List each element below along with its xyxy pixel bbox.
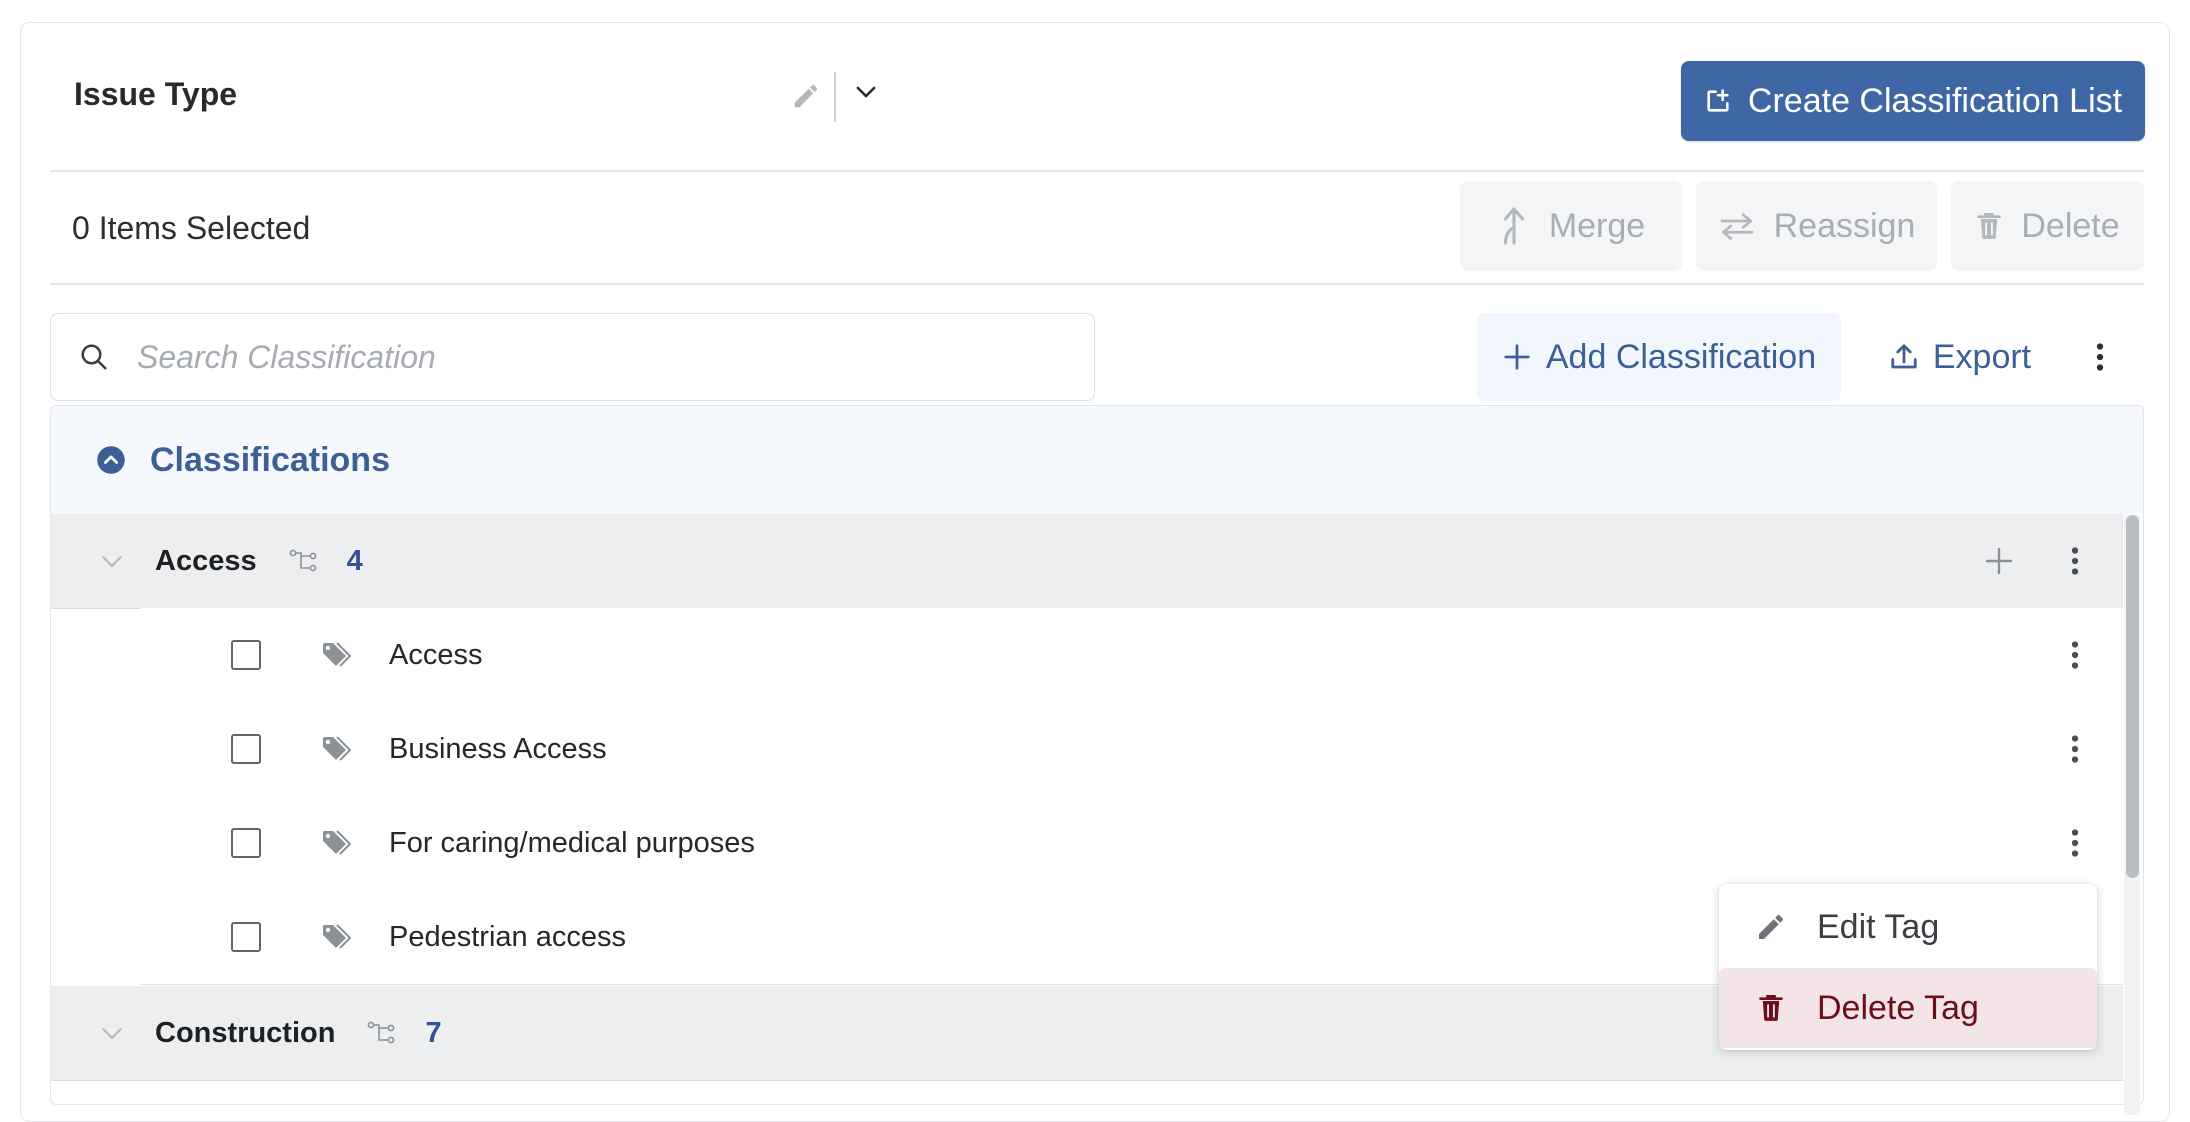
edit-list-button[interactable] (786, 76, 826, 116)
add-classification-button[interactable]: Add Classification (1477, 313, 1841, 401)
swap-arrows-icon (1720, 213, 1753, 240)
chevron-down-icon[interactable] (97, 546, 127, 576)
create-list-icon (1707, 89, 1729, 112)
list-item[interactable]: For caring/medical purposes (141, 796, 2123, 891)
search-input[interactable] (135, 337, 1039, 377)
classifications-header[interactable]: Classifications (51, 406, 2143, 514)
item-checkbox[interactable] (231, 734, 261, 764)
toolbar-separator (50, 283, 2144, 285)
trash-icon (1751, 992, 1791, 1024)
plus-icon (1504, 344, 1530, 370)
tags-icon (323, 736, 352, 761)
pencil-icon (1751, 911, 1791, 943)
more-options-button[interactable] (2080, 333, 2120, 381)
collapse-circle-icon (97, 446, 125, 474)
tags-icon (323, 830, 352, 855)
group-row-access[interactable]: Access 4 (51, 514, 2123, 609)
item-checkbox[interactable] (231, 922, 261, 952)
header-divider (834, 72, 836, 122)
reassign-button[interactable]: Reassign (1696, 181, 1937, 271)
tags-icon (323, 924, 352, 949)
kebab-menu-icon (2096, 343, 2104, 371)
group-name: Access (155, 544, 257, 577)
list-item[interactable]: Access (141, 608, 2123, 703)
item-more-button[interactable] (2057, 630, 2093, 680)
item-more-button[interactable] (2057, 818, 2093, 868)
reassign-label: Reassign (1773, 206, 1916, 245)
kebab-menu-icon (2071, 735, 2079, 763)
create-classification-list-button[interactable]: Create Classification List (1681, 61, 2145, 141)
list-dropdown-button[interactable] (846, 72, 886, 112)
pencil-icon (794, 84, 818, 108)
group-count: 4 (346, 544, 363, 577)
export-button[interactable]: Export (1880, 313, 2040, 401)
item-label: For caring/medical purposes (389, 826, 755, 859)
panel-title: Classifications (150, 440, 390, 479)
kebab-menu-icon (2071, 547, 2079, 575)
list-title: Issue Type (74, 76, 238, 112)
kebab-menu-icon (2071, 829, 2079, 857)
chevron-down-icon (856, 86, 876, 98)
list-item[interactable]: Business Access (141, 702, 2123, 797)
item-label: Access (389, 638, 483, 671)
export-label: Export (1932, 337, 2032, 376)
delete-tag-label: Delete Tag (1817, 988, 1979, 1027)
merge-button[interactable]: Merge (1460, 181, 1682, 271)
tag-context-menu: Edit Tag Delete Tag (1719, 884, 2097, 1050)
item-label: Business Access (389, 732, 607, 765)
delete-button[interactable]: Delete (1951, 181, 2144, 271)
group-count: 7 (425, 1016, 442, 1049)
merge-icon (1503, 207, 1524, 245)
add-tag-icon[interactable] (1983, 545, 2015, 577)
tags-icon (323, 642, 352, 667)
group-more-button[interactable] (2057, 536, 2093, 586)
add-classification-label: Add Classification (1545, 337, 1817, 376)
delete-tag-menu-item[interactable]: Delete Tag (1719, 968, 2097, 1048)
edit-tag-label: Edit Tag (1817, 907, 1940, 946)
edit-tag-menu-item[interactable]: Edit Tag (1719, 887, 2097, 967)
upload-icon (1891, 344, 1917, 369)
item-label: Pedestrian access (389, 920, 626, 953)
merge-label: Merge (1548, 206, 1646, 245)
group-name: Construction (155, 1016, 336, 1049)
item-checkbox[interactable] (231, 640, 261, 670)
trash-icon (1977, 213, 2002, 239)
search-icon (81, 344, 107, 370)
hierarchy-icon (368, 1021, 395, 1044)
kebab-menu-icon (2071, 641, 2079, 669)
search-field[interactable] (50, 313, 1095, 401)
scrollbar-thumb[interactable] (2126, 515, 2139, 878)
hierarchy-icon (289, 549, 316, 572)
selected-count: 0 Items Selected (72, 210, 311, 246)
header-separator (50, 170, 2144, 172)
create-classification-list-label: Create Classification List (1747, 81, 2123, 120)
delete-label: Delete (2021, 206, 2120, 245)
chevron-down-icon[interactable] (97, 1018, 127, 1048)
item-more-button[interactable] (2057, 724, 2093, 774)
item-checkbox[interactable] (231, 828, 261, 858)
